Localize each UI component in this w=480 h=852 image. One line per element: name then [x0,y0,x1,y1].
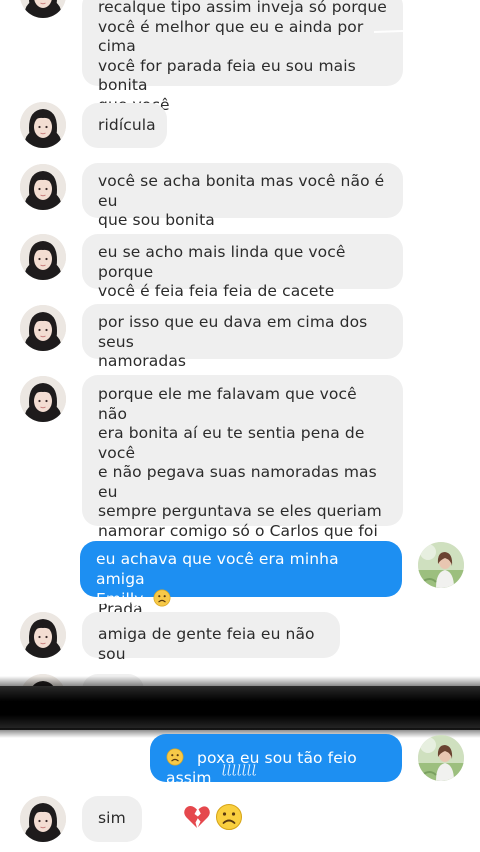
message-bubble-outgoing[interactable]: poxa eu sou tão feio assim [150,734,402,787]
message-text: você se acha bonita mas você não é eu qu… [98,172,385,229]
message-bubble-incoming[interactable]: ridícula [82,103,167,148]
message-bubble-incoming[interactable]: recalque tipo assim inveja só porque voc… [82,0,403,114]
contact-avatar[interactable] [20,305,66,351]
message-bubble-incoming[interactable]: você se acha bonita mas você não é eu qu… [82,163,403,229]
message-text: amiga de gente feia eu não sou [98,625,315,663]
user-avatar[interactable] [418,735,464,781]
frowning-face-icon [216,804,242,830]
overlay-mark-icon [373,29,463,34]
contact-avatar[interactable] [20,612,66,658]
message-bubble-incoming[interactable]: sim [82,796,142,842]
message-bubble-outgoing[interactable]: eu achava que você era minha amiga Emill… [80,541,402,608]
frowning-face-icon [153,589,171,607]
message-bubble-incoming[interactable]: por isso que eu dava em cima dos seus na… [82,304,403,370]
message-bubble-incoming[interactable]: amiga de gente feia eu não sou [82,612,340,663]
message-text: ridícula [98,116,156,134]
message-text: eu se acho mais linda que você porque vo… [98,243,346,300]
chat-screen: recalque tipo assim inveja só porque voc… [0,0,480,852]
overlay-scribble: ɭɭɭɭɭɭɭ [222,763,257,776]
contact-avatar[interactable] [20,376,66,422]
contact-avatar[interactable] [20,102,66,148]
contact-avatar[interactable] [20,234,66,280]
contact-avatar[interactable] [20,0,66,18]
contact-avatar[interactable] [20,796,66,842]
message-bubble-incoming[interactable]: eu se acho mais linda que você porque vo… [82,234,403,300]
contact-avatar[interactable] [20,164,66,210]
message-text: poxa eu sou tão feio assim [166,749,357,787]
user-avatar[interactable] [418,542,464,588]
message-text: sim [98,809,126,827]
frowning-face-icon [166,748,184,766]
message-text: recalque tipo assim inveja só porque voc… [98,0,387,114]
message-text: por isso que eu dava em cima dos seus na… [98,313,368,370]
message-bubble-incoming[interactable]: porque ele me falavam que você não era b… [82,375,403,618]
overlay-black-band [0,686,480,730]
broken-heart-icon [184,806,210,828]
overlay-reactions [183,802,243,832]
